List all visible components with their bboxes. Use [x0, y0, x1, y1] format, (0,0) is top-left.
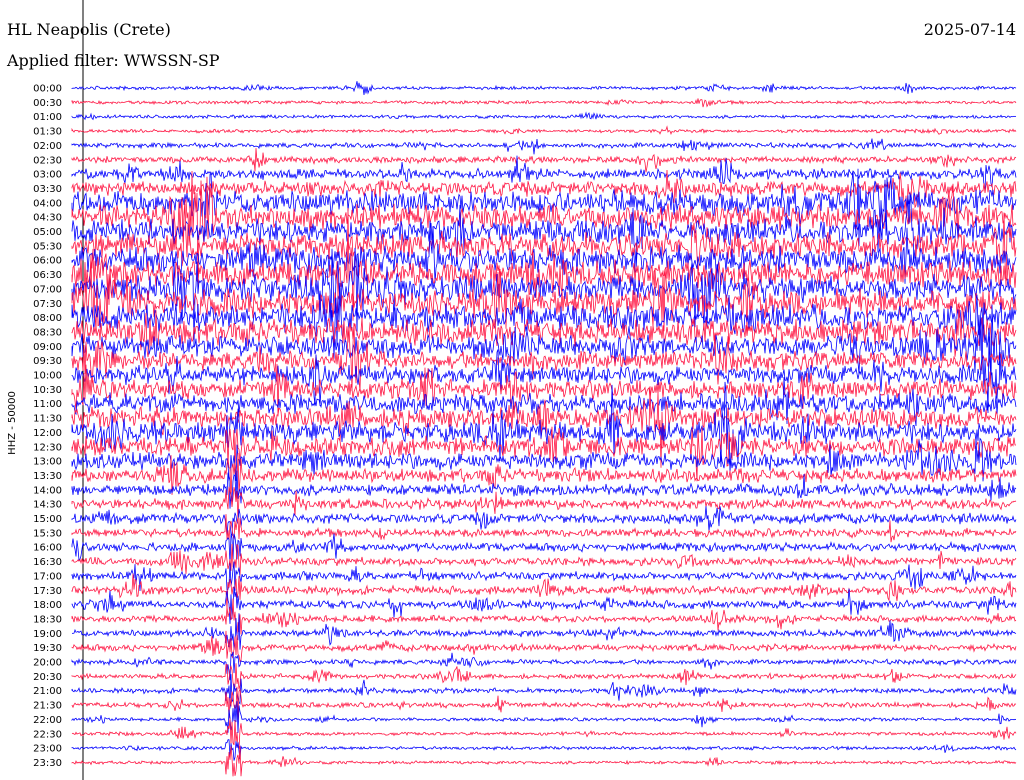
- trace-group: [71, 81, 1017, 777]
- time-tick-label: 22:30: [33, 729, 62, 740]
- seismic-trace-line: [71, 746, 1017, 777]
- time-tick-label: 03:30: [33, 184, 62, 195]
- time-tick-label: 15:30: [33, 528, 62, 539]
- channel-label: HHZ - 50000: [7, 391, 18, 455]
- time-tick-label: 20:30: [33, 672, 62, 683]
- time-tick-label: 18:30: [33, 614, 62, 625]
- time-tick-label: 19:30: [33, 643, 62, 654]
- time-tick-label: 00:30: [33, 98, 62, 109]
- time-tick-label: 09:30: [33, 356, 62, 367]
- seismic-trace-line: [71, 426, 1017, 482]
- time-tick-label: 22:00: [33, 715, 62, 726]
- time-tick-label: 05:30: [33, 241, 62, 252]
- time-tick-label: 00:00: [33, 84, 62, 95]
- time-tick-label: 13:30: [33, 471, 62, 482]
- seismic-trace-line: [71, 663, 1017, 690]
- helicorder-plot: 00:00 00:30 01:00 01:30 02:00 02:30 03:00 03:30…: [7, 0, 1017, 780]
- seismic-trace-line: [71, 701, 1017, 733]
- time-tick-label: 21:00: [33, 686, 62, 697]
- time-tick-label: 02:00: [33, 141, 62, 152]
- time-tick-label: 14:30: [33, 500, 62, 511]
- seismic-trace-line: [71, 138, 1017, 155]
- time-tick-label: 11:30: [33, 414, 62, 425]
- time-tick-label: 08:30: [33, 327, 62, 338]
- seismic-trace-line: [71, 98, 1017, 108]
- time-tick-label: 10:30: [33, 385, 62, 396]
- time-tick-label: 04:30: [33, 213, 62, 224]
- time-tick-label: 02:30: [33, 155, 62, 166]
- time-tick-label: 16:30: [33, 557, 62, 568]
- time-tick-label: 08:00: [33, 313, 62, 324]
- time-tick-label: 07:00: [33, 284, 62, 295]
- time-tick-label: 23:00: [33, 744, 62, 755]
- seismic-trace-line: [71, 81, 1017, 95]
- time-tick-label: 11:00: [33, 399, 62, 410]
- time-tick-label: 20:00: [33, 658, 62, 669]
- time-tick-label: 23:30: [33, 758, 62, 769]
- time-tick-label: 17:30: [33, 586, 62, 597]
- time-tick-label: 15:00: [33, 514, 62, 525]
- seismic-trace-line: [71, 111, 1017, 121]
- time-tick-label: 10:00: [33, 371, 62, 382]
- time-tick-label: 12:30: [33, 442, 62, 453]
- seismic-trace-line: [71, 148, 1017, 173]
- time-tick-label: 21:30: [33, 701, 62, 712]
- time-tick-label: 03:00: [33, 170, 62, 181]
- seismic-trace-line: [71, 125, 1017, 136]
- time-tick-label: 18:00: [33, 600, 62, 611]
- tick-label-group: 00:00 00:30 01:00 01:30 02:00 02:30 03:00 03:30…: [33, 84, 62, 769]
- time-tick-label: 06:30: [33, 270, 62, 281]
- time-tick-label: 06:00: [33, 256, 62, 267]
- time-tick-label: 07:30: [33, 299, 62, 310]
- seismic-trace-line: [71, 739, 1017, 761]
- time-tick-label: 16:00: [33, 543, 62, 554]
- time-tick-label: 14:00: [33, 485, 62, 496]
- time-tick-label: 04:00: [33, 198, 62, 209]
- time-tick-label: 09:00: [33, 342, 62, 353]
- time-tick-label: 13:00: [33, 457, 62, 468]
- seismic-trace-line: [71, 718, 1017, 750]
- time-tick-label: 12:00: [33, 428, 62, 439]
- seismic-trace-line: [71, 204, 1017, 287]
- time-tick-label: 01:30: [33, 127, 62, 138]
- seismic-trace-line: [71, 506, 1017, 537]
- time-tick-label: 17:00: [33, 571, 62, 582]
- time-tick-label: 01:00: [33, 112, 62, 123]
- time-tick-label: 05:00: [33, 227, 62, 238]
- time-tick-label: 19:00: [33, 629, 62, 640]
